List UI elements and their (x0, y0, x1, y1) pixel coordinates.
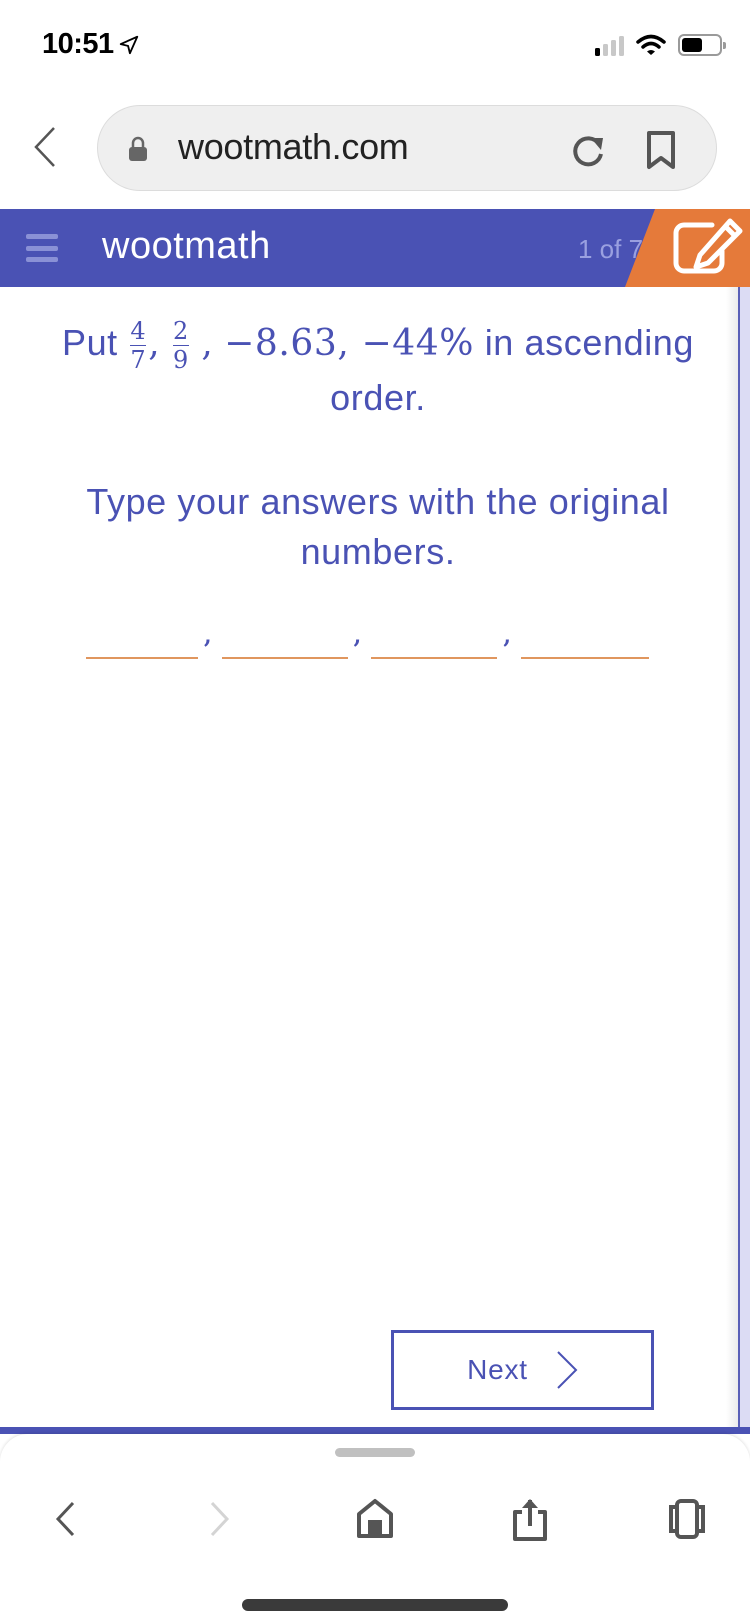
scrollbar-track[interactable] (738, 287, 750, 1429)
answer-input-4[interactable] (521, 623, 650, 659)
share-icon (513, 1499, 547, 1541)
edit-button[interactable] (625, 209, 750, 287)
status-indicators (595, 34, 726, 56)
answer-input-3[interactable] (371, 623, 498, 659)
fraction-1-denominator: 7 (130, 346, 147, 375)
battery-icon (678, 34, 726, 56)
answer-fields: , , , (86, 619, 666, 659)
cellular-signal-icon (595, 34, 624, 56)
answer-input-2[interactable] (221, 623, 348, 659)
app-header: wootmath 1 of 7 (0, 209, 750, 287)
next-button-label: Next (467, 1354, 528, 1385)
comma-separator: , (148, 323, 161, 364)
toolbar-share-button[interactable] (505, 1492, 555, 1546)
comma-separator: , (201, 323, 214, 364)
pencil-edit-icon (673, 218, 743, 274)
reload-icon[interactable] (568, 130, 608, 170)
question-progress: 1 of 7 (578, 234, 644, 264)
page-bottom-border (0, 1427, 750, 1434)
chevron-right-icon (210, 1501, 230, 1537)
browser-toolbar (0, 1434, 750, 1624)
toolbar-home-button[interactable] (350, 1492, 400, 1546)
fraction-2-numerator: 2 (172, 316, 189, 345)
fraction-1: 4 7 (130, 316, 147, 375)
home-icon (357, 1499, 393, 1538)
tabs-icon (669, 1499, 705, 1539)
fraction-1-numerator: 4 (130, 316, 147, 345)
status-time: 10:51 (42, 28, 140, 61)
hamburger-icon[interactable] (26, 234, 58, 262)
status-bar: 10:51 (0, 0, 750, 95)
toolbar-back-button[interactable] (40, 1492, 90, 1546)
location-arrow-icon (119, 35, 138, 54)
toolbar-forward-button[interactable] (195, 1492, 245, 1546)
prompt-prefix: Put (61, 322, 118, 363)
fraction-2: 2 9 (172, 316, 189, 375)
question-prompt: Put 4 7 , 2 9 , −8.63, −44% in ascending… (20, 317, 736, 424)
clock-text: 10:51 (42, 28, 114, 60)
answer-input-1[interactable] (86, 623, 198, 659)
home-indicator[interactable] (242, 1599, 508, 1611)
bookmark-icon[interactable] (643, 130, 679, 170)
content-edge-shadow (726, 287, 738, 1429)
brand-title: wootmath (102, 225, 271, 267)
wifi-icon (636, 34, 666, 55)
fraction-2-denominator: 9 (172, 346, 189, 375)
answer-separator: , (204, 623, 212, 649)
answer-separator: , (353, 623, 362, 649)
drag-handle[interactable] (335, 1448, 415, 1457)
chevron-right-icon (557, 1351, 578, 1389)
browser-back-chevron-icon[interactable] (30, 125, 60, 169)
prompt-values: −8.63, −44% (224, 323, 475, 364)
browser-address-bar: wootmath.com (0, 95, 750, 205)
answer-separator: , (503, 623, 512, 649)
toolbar-tabs-button[interactable] (662, 1492, 712, 1546)
next-button[interactable]: Next (391, 1330, 654, 1410)
instruction-text: Type your answers with the original numb… (86, 481, 670, 572)
url-text[interactable]: wootmath.com (178, 126, 409, 168)
url-field[interactable]: wootmath.com (97, 105, 717, 191)
lock-icon (129, 136, 147, 161)
chevron-left-icon (55, 1501, 75, 1537)
